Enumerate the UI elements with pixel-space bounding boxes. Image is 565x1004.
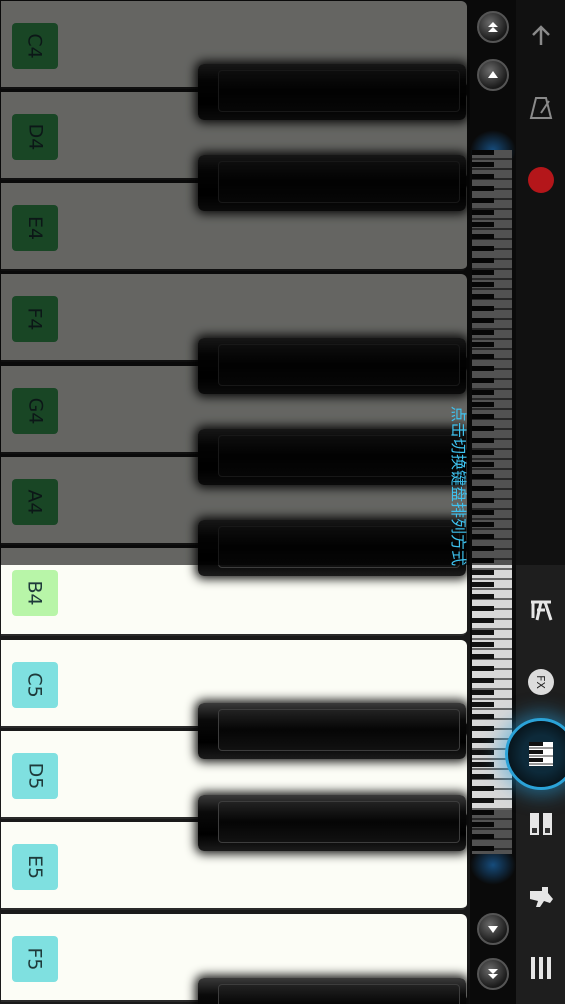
arrow-up-icon[interactable] bbox=[516, 16, 565, 56]
right-toolbar-dimmed bbox=[516, 0, 565, 565]
black-key-c-sharp-5[interactable] bbox=[198, 703, 466, 759]
switch-layout-hint: 点击切换键盘排列方式 bbox=[449, 406, 468, 567]
note-label-e4: E4 bbox=[12, 205, 58, 251]
note-label-f5: F5 bbox=[12, 936, 58, 982]
black-key-c-sharp-4[interactable] bbox=[198, 64, 466, 120]
record-dot bbox=[527, 167, 554, 193]
fx-icon[interactable]: FX bbox=[516, 662, 565, 702]
double-down-arrow-icon[interactable] bbox=[477, 958, 509, 990]
black-key-f-sharp-5[interactable] bbox=[198, 978, 466, 1004]
black-key-g-sharp-4[interactable] bbox=[198, 429, 466, 485]
menu-icon[interactable] bbox=[516, 948, 565, 988]
note-label-d4: D4 bbox=[12, 114, 58, 160]
instrument-icon[interactable] bbox=[516, 876, 565, 916]
black-key-d-sharp-4[interactable] bbox=[198, 155, 466, 211]
black-key-a-sharp-4[interactable] bbox=[198, 520, 466, 576]
note-label-c5: C5 bbox=[12, 662, 58, 708]
note-label-g4: G4 bbox=[12, 388, 58, 434]
note-label-b4: B4 bbox=[12, 570, 58, 616]
note-label-c4: C4 bbox=[12, 23, 58, 69]
record-icon[interactable] bbox=[516, 160, 565, 200]
minimap-dim-bottom bbox=[472, 810, 512, 854]
up-arrow-icon[interactable] bbox=[477, 59, 509, 91]
note-label-d5: D5 bbox=[12, 753, 58, 799]
note-label-f4: F4 bbox=[12, 296, 58, 342]
note-label-a4: A4 bbox=[12, 479, 58, 525]
dual-keyboard-icon[interactable] bbox=[516, 804, 565, 844]
minimap-dim-top bbox=[472, 150, 512, 565]
black-key-d-sharp-5[interactable] bbox=[198, 795, 466, 851]
down-arrow-icon[interactable] bbox=[477, 913, 509, 945]
black-key-f-sharp-4[interactable] bbox=[198, 338, 466, 394]
double-up-arrow-icon[interactable] bbox=[477, 11, 509, 43]
note-label-e5: E5 bbox=[12, 844, 58, 890]
fx-badge: FX bbox=[527, 669, 554, 695]
metronome-icon[interactable] bbox=[516, 88, 565, 128]
piano-keyboard[interactable]: C4 D4 E4 F4 G4 A4 B4 C5 D5 E5 F5 bbox=[0, 0, 470, 1004]
chord-icon[interactable] bbox=[516, 590, 565, 630]
